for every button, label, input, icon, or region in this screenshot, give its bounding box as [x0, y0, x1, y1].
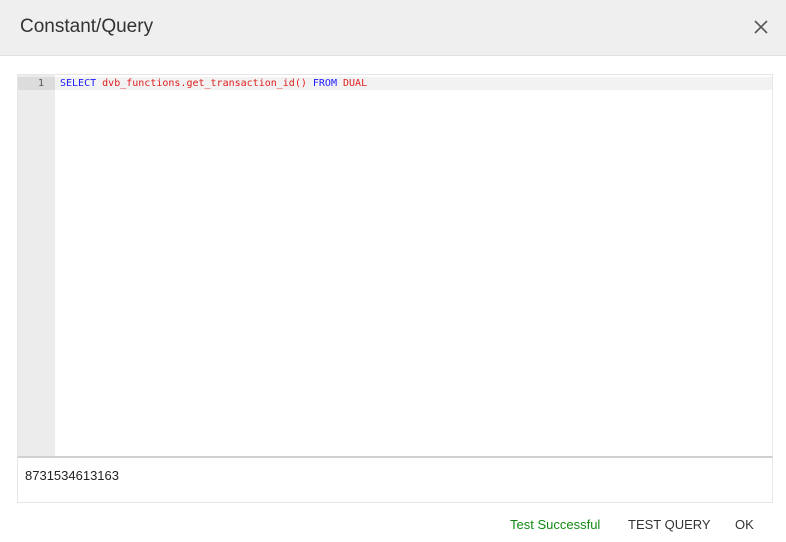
ok-button[interactable]: OK	[735, 517, 754, 532]
query-result-value: 8731534613163	[25, 468, 119, 483]
dialog-header: Constant/Query	[0, 0, 786, 56]
table-name: DUAL	[343, 78, 368, 89]
constant-query-dialog: Constant/Query 1 SELECT dvb_functions.ge…	[0, 0, 786, 542]
keyword-from: FROM	[312, 78, 337, 89]
dialog-footer: Test Successful TEST QUERY OK	[0, 510, 786, 538]
test-query-button[interactable]: TEST QUERY	[628, 517, 711, 532]
function-call: dvb_functions.get_transaction_id()	[102, 78, 307, 89]
close-icon	[754, 20, 768, 34]
line-number: 1	[37, 78, 44, 89]
query-editor[interactable]: 1 SELECT dvb_functions.get_transaction_i…	[17, 74, 773, 458]
test-status: Test Successful	[510, 517, 601, 532]
editor-gutter	[18, 75, 55, 456]
close-button[interactable]	[750, 16, 772, 38]
keyword-select: SELECT	[60, 78, 97, 89]
code-line[interactable]: SELECT dvb_functions.get_transaction_id(…	[60, 77, 367, 90]
query-result-panel: 8731534613163	[17, 458, 773, 503]
dialog-title: Constant/Query	[20, 16, 154, 37]
